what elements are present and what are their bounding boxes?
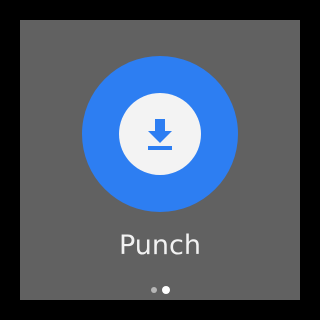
page-dot-1 — [150, 287, 157, 293]
action-label: Punch — [119, 230, 201, 261]
punch-button[interactable] — [82, 56, 238, 212]
download-icon — [148, 119, 172, 150]
icon-disc — [119, 93, 201, 175]
page-indicator — [0, 286, 320, 294]
page-dot-2 — [161, 286, 170, 294]
